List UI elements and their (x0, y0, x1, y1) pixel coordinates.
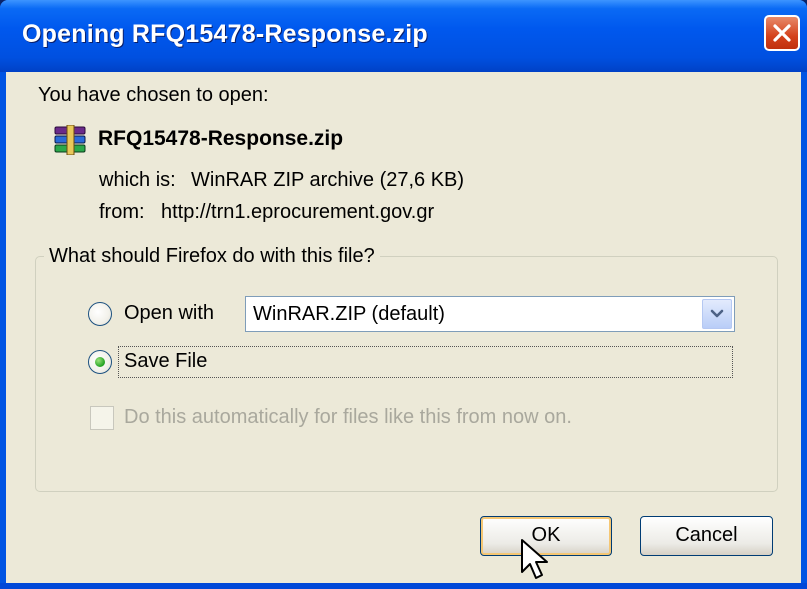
close-button[interactable] (764, 15, 800, 51)
winrar-archive-icon (54, 125, 86, 155)
file-name: RFQ15478-Response.zip (98, 127, 344, 150)
close-icon (773, 24, 791, 42)
open-with-radio[interactable] (88, 302, 112, 326)
title-bar[interactable]: Opening RFQ15478-Response.zip (0, 0, 807, 72)
window-title: Opening RFQ15478-Response.zip (22, 20, 428, 48)
file-type-value: WinRAR ZIP archive (27,6 KB) (191, 169, 465, 191)
mouse-pointer-icon (521, 539, 548, 579)
intro-text: You have chosen to open: (38, 84, 269, 106)
save-file-label[interactable]: Save File (124, 350, 207, 373)
save-file-radio[interactable] (88, 350, 112, 374)
auto-action-checkbox[interactable] (90, 406, 114, 430)
auto-action-label: Do this automatically for files like thi… (124, 406, 572, 428)
cancel-button[interactable]: Cancel (640, 516, 773, 556)
action-group-legend: What should Firefox do with this file? (44, 245, 380, 268)
dropdown-arrow-button[interactable] (702, 299, 732, 329)
radio-selected-dot (95, 357, 105, 367)
open-with-label[interactable]: Open with (124, 302, 214, 325)
file-type-label: which is: (99, 169, 176, 191)
save-file-focus-outline (118, 346, 733, 378)
download-dialog: Opening RFQ15478-Response.zip You have c… (0, 0, 807, 589)
open-with-app-value: WinRAR.ZIP (default) (253, 303, 445, 325)
file-source-value: http://trn1.eprocurement.gov.gr (161, 201, 435, 223)
file-source-label: from: (99, 201, 145, 223)
window-border (0, 583, 807, 589)
open-with-app-select[interactable]: WinRAR.ZIP (default) (245, 296, 735, 332)
open-with-label-text: Open with (124, 302, 215, 324)
chevron-down-icon (710, 309, 724, 318)
